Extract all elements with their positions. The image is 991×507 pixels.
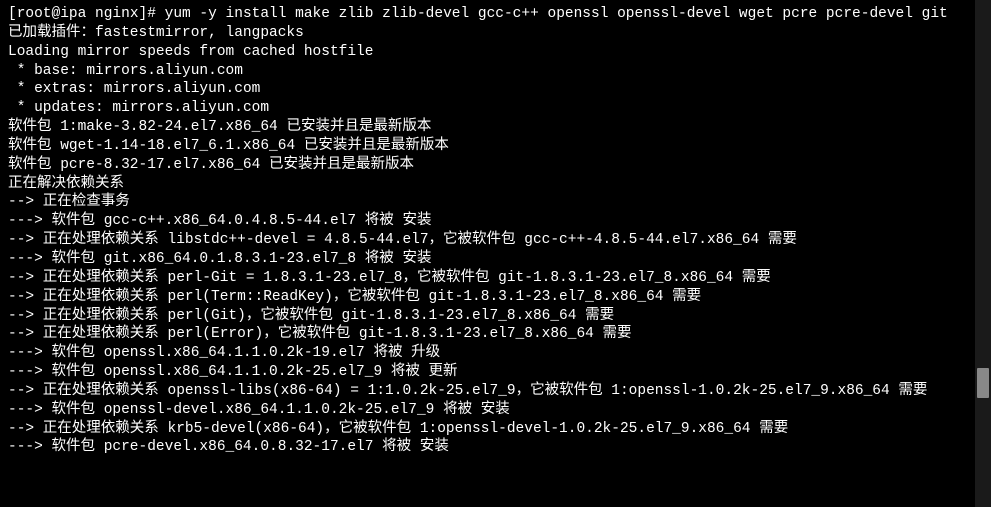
terminal-line: --> 正在处理依赖关系 libstdc++-devel = 4.8.5-44.… [8, 231, 983, 250]
terminal-line: ---> 软件包 pcre-devel.x86_64.0.8.32-17.el7… [8, 438, 983, 457]
terminal-line: 已加载插件：fastestmirror, langpacks [8, 24, 983, 43]
terminal-line: ---> 软件包 gcc-c++.x86_64.0.4.8.5-44.el7 将… [8, 212, 983, 231]
terminal-line: ---> 软件包 git.x86_64.0.1.8.3.1-23.el7_8 将… [8, 250, 983, 269]
terminal-line: 软件包 wget-1.14-18.el7_6.1.x86_64 已安装并且是最新… [8, 137, 983, 156]
terminal-line: --> 正在处理依赖关系 perl-Git = 1.8.3.1-23.el7_8… [8, 269, 983, 288]
terminal-line: ---> 软件包 openssl.x86_64.1.1.0.2k-19.el7 … [8, 344, 983, 363]
terminal-line: * updates: mirrors.aliyun.com [8, 99, 983, 118]
terminal-line: --> 正在检查事务 [8, 193, 983, 212]
terminal-line: --> 正在处理依赖关系 openssl-libs(x86-64) = 1:1.… [8, 382, 983, 401]
terminal-line: --> 正在处理依赖关系 perl(Error)，它被软件包 git-1.8.3… [8, 325, 983, 344]
scrollbar-thumb[interactable] [977, 368, 989, 398]
terminal-line: [root@ipa nginx]# yum -y install make zl… [8, 5, 983, 24]
terminal-line: Loading mirror speeds from cached hostfi… [8, 43, 983, 62]
terminal-line: 软件包 pcre-8.32-17.el7.x86_64 已安装并且是最新版本 [8, 156, 983, 175]
terminal-line: * base: mirrors.aliyun.com [8, 62, 983, 81]
scrollbar[interactable] [975, 0, 991, 507]
terminal-line: 软件包 1:make-3.82-24.el7.x86_64 已安装并且是最新版本 [8, 118, 983, 137]
terminal-line: 正在解决依赖关系 [8, 175, 983, 194]
terminal-line: --> 正在处理依赖关系 perl(Git)，它被软件包 git-1.8.3.1… [8, 307, 983, 326]
terminal-line: --> 正在处理依赖关系 perl(Term::ReadKey)，它被软件包 g… [8, 288, 983, 307]
terminal-output[interactable]: [root@ipa nginx]# yum -y install make zl… [8, 5, 983, 457]
terminal-line: * extras: mirrors.aliyun.com [8, 80, 983, 99]
terminal-line: ---> 软件包 openssl.x86_64.1.1.0.2k-25.el7_… [8, 363, 983, 382]
terminal-line: ---> 软件包 openssl-devel.x86_64.1.1.0.2k-2… [8, 401, 983, 420]
terminal-line: --> 正在处理依赖关系 krb5-devel(x86-64)，它被软件包 1:… [8, 420, 983, 439]
